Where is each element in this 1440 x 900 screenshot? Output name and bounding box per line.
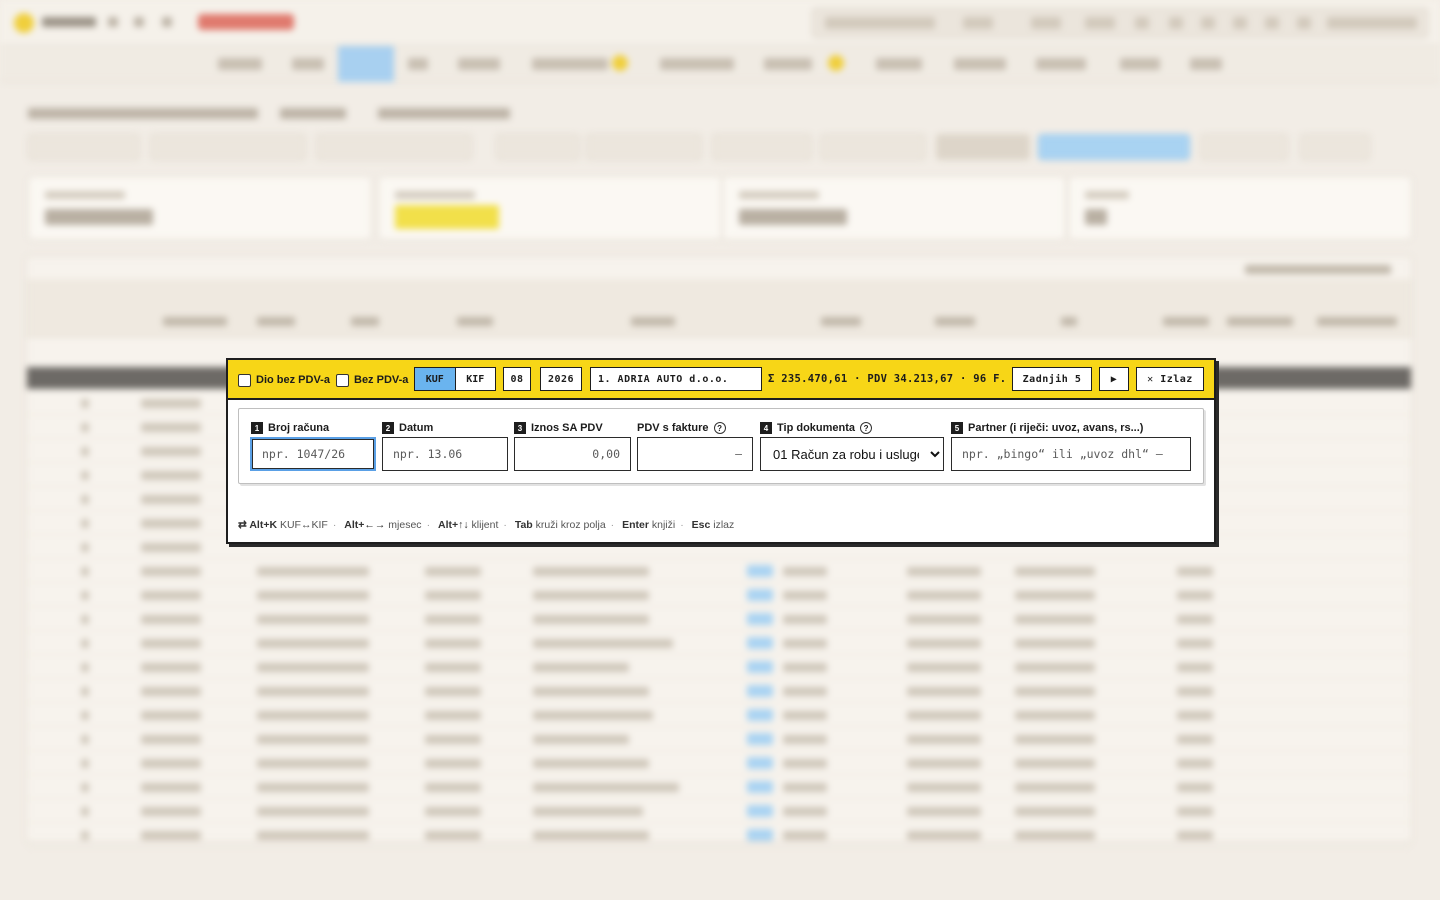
quick-entry-panel: Dio bez PDV-a Bez PDV-a KUF KIF 08 2026 …	[226, 358, 1216, 544]
date-label: 2 Datum	[382, 421, 433, 435]
shortcut-desc: kruži kroz polja	[535, 519, 606, 531]
vat-label: PDV s fakture ?	[637, 421, 726, 435]
shortcut-key: ⇄ Alt+K	[238, 519, 278, 531]
checkbox-label: Bez PDV-a	[354, 374, 409, 386]
shortcut-key: Enter	[622, 519, 649, 531]
shortcut-desc: mjesec	[388, 519, 422, 531]
header-tools	[812, 8, 1428, 38]
shortcut-key: Tab	[514, 519, 533, 531]
status-badge	[198, 14, 294, 30]
last-five-button[interactable]: Zadnjih 5	[1012, 367, 1092, 391]
quick-entry-toolbar: Dio bez PDV-a Bez PDV-a KUF KIF 08 2026 …	[228, 360, 1214, 400]
shortcut-desc: izlaz	[713, 519, 735, 531]
invoice-number-input[interactable]	[250, 437, 376, 471]
shortcut-key: Alt+↑↓	[437, 519, 469, 531]
shortcut-desc: KUF↔KIF	[279, 519, 328, 531]
help-icon[interactable]: ?	[713, 422, 726, 434]
field-number-badge: 2	[382, 422, 394, 434]
checkbox-box[interactable]	[238, 373, 251, 387]
entries-table	[26, 256, 1412, 847]
dio-bez-pdv-checkbox[interactable]: Dio bez PDV-a	[238, 371, 330, 389]
year-selector[interactable]: 2026	[540, 367, 582, 391]
vat-input[interactable]	[637, 437, 753, 471]
entry-fields: 1 Broj računa 2 Datum 3 Iznos SA PDV PDV…	[238, 408, 1204, 484]
checkbox-label: Dio bez PDV-a	[256, 374, 330, 386]
field-label: Partner (i riječi: uvoz, avans, rs...)	[968, 422, 1144, 434]
app-logo	[14, 13, 34, 33]
partner-label: 5 Partner (i riječi: uvoz, avans, rs...)	[951, 421, 1143, 435]
separator: ·	[503, 519, 507, 531]
date-input[interactable]	[382, 437, 508, 471]
shortcut-key: Esc	[691, 519, 711, 531]
field-number-badge: 3	[514, 422, 526, 434]
document-type-label: 4 Tip dokumenta ?	[760, 421, 873, 435]
ledger-toggle[interactable]: KUF KIF	[414, 367, 496, 391]
kuf-button[interactable]: KUF	[415, 368, 456, 390]
separator: ·	[610, 519, 615, 531]
help-icon[interactable]: ?	[860, 422, 873, 434]
month-selector[interactable]: 08	[503, 367, 531, 391]
shortcut-desc: knjiži	[651, 519, 676, 531]
client-selector[interactable]: 1. ADRIA AUTO d.o.o.	[590, 367, 762, 391]
field-number-badge: 5	[951, 422, 963, 434]
partner-input[interactable]	[951, 437, 1191, 471]
main-nav	[0, 46, 1440, 82]
shortcut-key: Alt+←→	[344, 519, 386, 531]
field-label: Tip dokumenta	[777, 422, 856, 434]
field-label: Broj računa	[268, 422, 330, 434]
keyboard-shortcuts-hint: ⇄ Alt+K KUF↔KIF · Alt+←→ mjesec · Alt+↑↓ k…	[238, 519, 734, 531]
invoice-number-label: 1 Broj računa	[251, 421, 329, 435]
field-number-badge: 1	[251, 422, 263, 434]
separator: ·	[426, 519, 431, 531]
checkbox-box[interactable]	[336, 373, 349, 387]
amount-label: 3 Iznos SA PDV	[514, 421, 603, 435]
field-label: PDV s fakture	[637, 422, 709, 434]
separator: ·	[332, 519, 337, 531]
exit-button[interactable]: ✕ Izlaz	[1136, 367, 1204, 391]
separator: ·	[680, 519, 684, 531]
bez-pdv-checkbox[interactable]: Bez PDV-a	[336, 371, 408, 389]
play-icon[interactable]: ▶	[1099, 367, 1129, 391]
document-type-select[interactable]: 01 Račun za robu i usluge	[760, 437, 944, 471]
amount-input[interactable]	[514, 437, 631, 471]
app-header	[0, 0, 1440, 46]
kif-button[interactable]: KIF	[456, 368, 496, 390]
field-label: Datum	[399, 422, 434, 434]
field-label: Iznos SA PDV	[531, 422, 603, 434]
shortcut-desc: klijent	[471, 519, 499, 531]
field-number-badge: 4	[760, 422, 772, 434]
period-summary: Σ 235.470,61 · PDV 34.213,67 · 96 F.	[768, 373, 1007, 385]
